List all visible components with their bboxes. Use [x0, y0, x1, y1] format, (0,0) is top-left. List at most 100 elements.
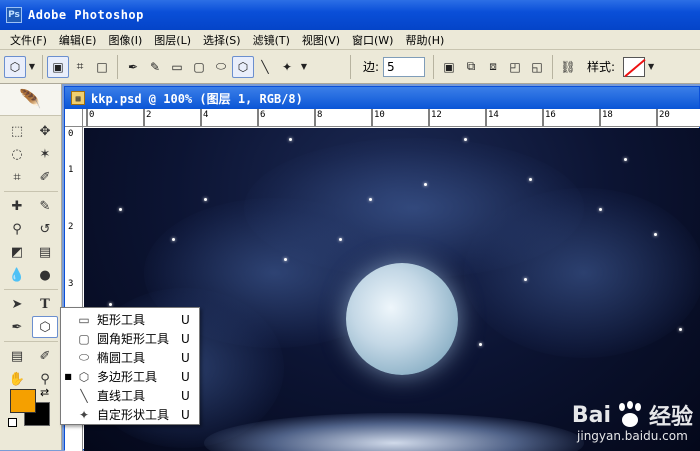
menu-item-line-tool[interactable]: ╲ 直线工具 U	[61, 386, 199, 405]
exclude-shape-icon[interactable]: ◱	[526, 56, 548, 78]
blur-tool-icon[interactable]: 💧	[4, 264, 30, 286]
marquee-tool-icon[interactable]: ⬚	[4, 120, 30, 142]
divider	[4, 191, 58, 192]
move-tool-icon[interactable]: ✥	[32, 120, 58, 142]
shape-layers-icon[interactable]: ▣	[47, 55, 69, 78]
shortcut-key: U	[181, 369, 190, 384]
paths-icon[interactable]: ⌗	[69, 56, 91, 78]
default-colors-icon[interactable]	[8, 418, 17, 427]
menu-layer[interactable]: 图层(L)	[148, 32, 197, 48]
ruler-h-label: 10	[374, 110, 385, 120]
edge-count-input[interactable]	[383, 56, 426, 77]
style-picker[interactable]	[623, 56, 646, 77]
dodge-tool-icon[interactable]: ●	[32, 264, 58, 286]
style-dropdown-icon[interactable]: ▼	[645, 56, 657, 78]
ruler-origin[interactable]	[65, 109, 83, 127]
freeform-pen-icon[interactable]: ✎	[144, 56, 166, 78]
style-label: 样式:	[587, 60, 616, 74]
hand-tool-icon[interactable]: ✋	[4, 368, 30, 390]
ellipse-icon[interactable]: ⬭	[210, 56, 232, 78]
fill-pixels-icon[interactable]: □	[91, 56, 113, 78]
ruler-h-label: 12	[431, 110, 442, 120]
menu-view[interactable]: 视图(V)	[296, 32, 346, 48]
polygon-icon[interactable]: ⬡	[232, 55, 254, 78]
magic-wand-tool-icon[interactable]: ✶	[32, 143, 58, 165]
tool-preset-polygon-icon[interactable]: ⬡	[4, 55, 26, 78]
shortcut-key: U	[181, 350, 190, 365]
separator	[433, 54, 435, 79]
geometry-options-dropdown-icon[interactable]: ▼	[298, 56, 310, 78]
menu-edit[interactable]: 编辑(E)	[53, 32, 103, 48]
subtract-shape-icon[interactable]: ⧈	[482, 56, 504, 78]
intersect-shape-icon[interactable]: ◰	[504, 56, 526, 78]
star	[624, 158, 627, 161]
ruler-h-label: 18	[602, 110, 613, 120]
shortcut-key: U	[181, 312, 190, 327]
star	[284, 258, 287, 261]
menu-item-polygon-tool[interactable]: ■ ⬡ 多边形工具 U	[61, 367, 199, 386]
eyedropper-tool-icon[interactable]: ✐	[32, 345, 58, 367]
menu-window[interactable]: 窗口(W)	[346, 32, 399, 48]
baidu-jingyan-watermark: Bai 经验 jingyan.baidu.com	[572, 399, 693, 443]
star	[109, 303, 112, 306]
custom-shape-icon[interactable]: ✦	[276, 56, 298, 78]
menu-item-ellipse-tool[interactable]: ⬭ 椭圆工具 U	[61, 348, 199, 367]
star	[479, 343, 482, 346]
type-tool-icon[interactable]: T	[32, 293, 58, 315]
lasso-tool-icon[interactable]: ◌	[4, 143, 30, 165]
tool-preset-dropdown-icon[interactable]: ▼	[26, 56, 38, 78]
history-brush-tool-icon[interactable]: ↺	[32, 218, 58, 240]
menu-file[interactable]: 文件(F)	[4, 32, 53, 48]
watermark-url: jingyan.baidu.com	[577, 429, 688, 443]
add-to-shape-icon[interactable]: ⧉	[460, 56, 482, 78]
brush-tool-icon[interactable]: ✎	[32, 195, 58, 217]
menu-item-custom-shape-tool[interactable]: ✦ 自定形状工具 U	[61, 405, 199, 424]
menu-help[interactable]: 帮助(H)	[399, 32, 450, 48]
pen-icon[interactable]: ✒	[122, 56, 144, 78]
line-icon[interactable]: ╲	[254, 56, 276, 78]
rounded-rectangle-icon[interactable]: ▢	[188, 56, 210, 78]
swap-colors-icon[interactable]: ⇄	[40, 386, 49, 399]
notes-tool-icon[interactable]: ▤	[4, 345, 30, 367]
menu-item-label: 直线工具	[97, 389, 146, 403]
healing-brush-tool-icon[interactable]: ✚	[4, 195, 30, 217]
slice-tool-icon[interactable]: ✐	[32, 166, 58, 188]
star	[289, 138, 292, 141]
toolbox: 🪶 ⬚ ✥ ◌ ✶ ⌗ ✐ ✚ ✎ ⚲ ↺ ◩ ▤ 💧 ● ➤ T ✒ ⬡ ▤ …	[0, 84, 62, 450]
divider	[4, 341, 58, 342]
clone-stamp-tool-icon[interactable]: ⚲	[4, 218, 30, 240]
menu-item-label: 圆角矩形工具	[97, 332, 170, 346]
menu-filter[interactable]: 滤镜(T)	[247, 32, 296, 48]
star	[339, 238, 342, 241]
shortcut-key: U	[181, 388, 190, 403]
document-titlebar: ▦ kkp.psd @ 100% (图层 1, RGB/8)	[65, 87, 699, 109]
ruler-h-label: 2	[146, 110, 152, 120]
menu-bar: 文件(F) 编辑(E) 图像(I) 图层(L) 选择(S) 滤镜(T) 视图(V…	[0, 30, 700, 50]
horizontal-ruler[interactable]: 0 2 4 6 8 10 12 14 16 18 20	[83, 109, 700, 127]
create-new-shape-icon[interactable]: ▣	[438, 56, 460, 78]
link-icon[interactable]: ⛓	[557, 56, 579, 78]
gradient-tool-icon[interactable]: ▤	[32, 241, 58, 263]
edge-label: 边:	[363, 60, 380, 74]
shortcut-key: U	[181, 407, 190, 422]
star	[424, 183, 427, 186]
pen-tool-icon[interactable]: ✒	[4, 316, 30, 338]
eraser-tool-icon[interactable]: ◩	[4, 241, 30, 263]
menu-image[interactable]: 图像(I)	[102, 32, 148, 48]
rectangle-icon[interactable]: ▭	[166, 56, 188, 78]
ruler-h-label: 0	[89, 110, 95, 120]
foreground-color-swatch[interactable]	[10, 389, 36, 413]
ruler-h-label: 16	[545, 110, 556, 120]
star	[679, 328, 682, 331]
star	[204, 198, 207, 201]
polygon-tool-icon[interactable]: ⬡	[32, 316, 58, 338]
menu-item-rectangle-tool[interactable]: ▭ 矩形工具 U	[61, 310, 199, 329]
menu-item-rounded-rectangle-tool[interactable]: ▢ 圆角矩形工具 U	[61, 329, 199, 348]
menu-item-label: 自定形状工具	[97, 408, 170, 422]
app-titlebar: Ps Adobe Photoshop	[0, 0, 700, 30]
path-selection-tool-icon[interactable]: ➤	[4, 293, 30, 315]
shape-tool-flyout-menu: ▭ 矩形工具 U ▢ 圆角矩形工具 U ⬭ 椭圆工具 U ■ ⬡ 多边形工具 U…	[60, 307, 200, 425]
crop-tool-icon[interactable]: ⌗	[4, 166, 30, 188]
menu-select[interactable]: 选择(S)	[197, 32, 247, 48]
app-title: Adobe Photoshop	[28, 8, 144, 22]
